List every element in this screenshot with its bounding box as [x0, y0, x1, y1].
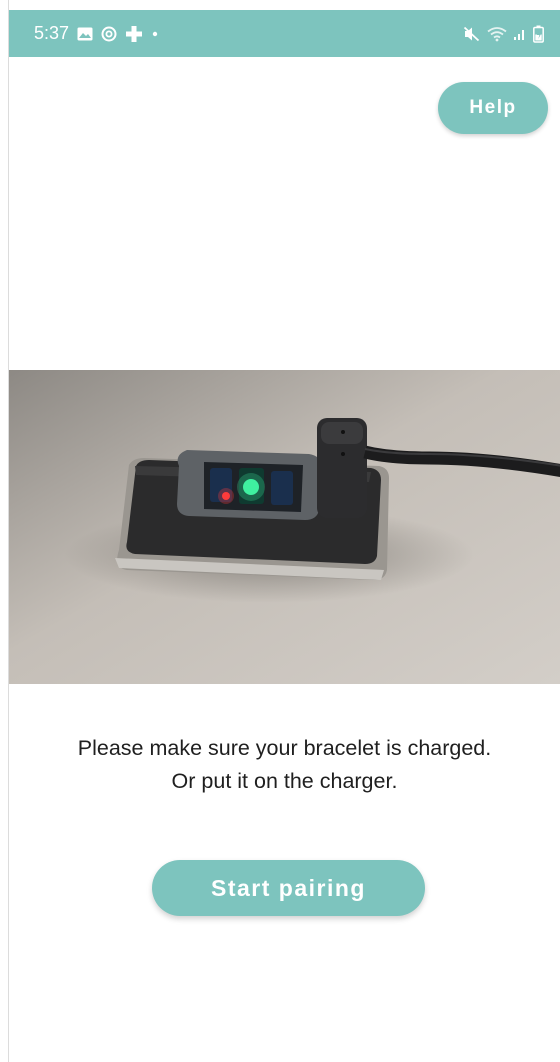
dot-icon: [151, 30, 159, 38]
gallery-icon: [77, 27, 93, 41]
status-left: 5:37: [34, 23, 159, 44]
instruction-line-2: Or put it on the charger.: [171, 769, 398, 793]
instagram-icon: [101, 26, 117, 42]
wifi-icon: [487, 26, 507, 42]
mute-icon: [463, 26, 481, 42]
help-button[interactable]: Help: [438, 82, 548, 134]
instruction-message: Please make sure your bracelet is charge…: [9, 732, 560, 798]
medical-cross-icon: [125, 25, 143, 43]
battery-icon: [533, 25, 544, 43]
instruction-line-1: Please make sure your bracelet is charge…: [77, 736, 492, 760]
status-bar: 5:37: [9, 10, 560, 57]
status-time: 5:37: [34, 23, 70, 43]
bracelet-charger-image: [9, 370, 560, 684]
start-pairing-button[interactable]: Start pairing: [152, 860, 425, 916]
status-right: [463, 25, 544, 43]
signal-icon: [513, 27, 527, 41]
